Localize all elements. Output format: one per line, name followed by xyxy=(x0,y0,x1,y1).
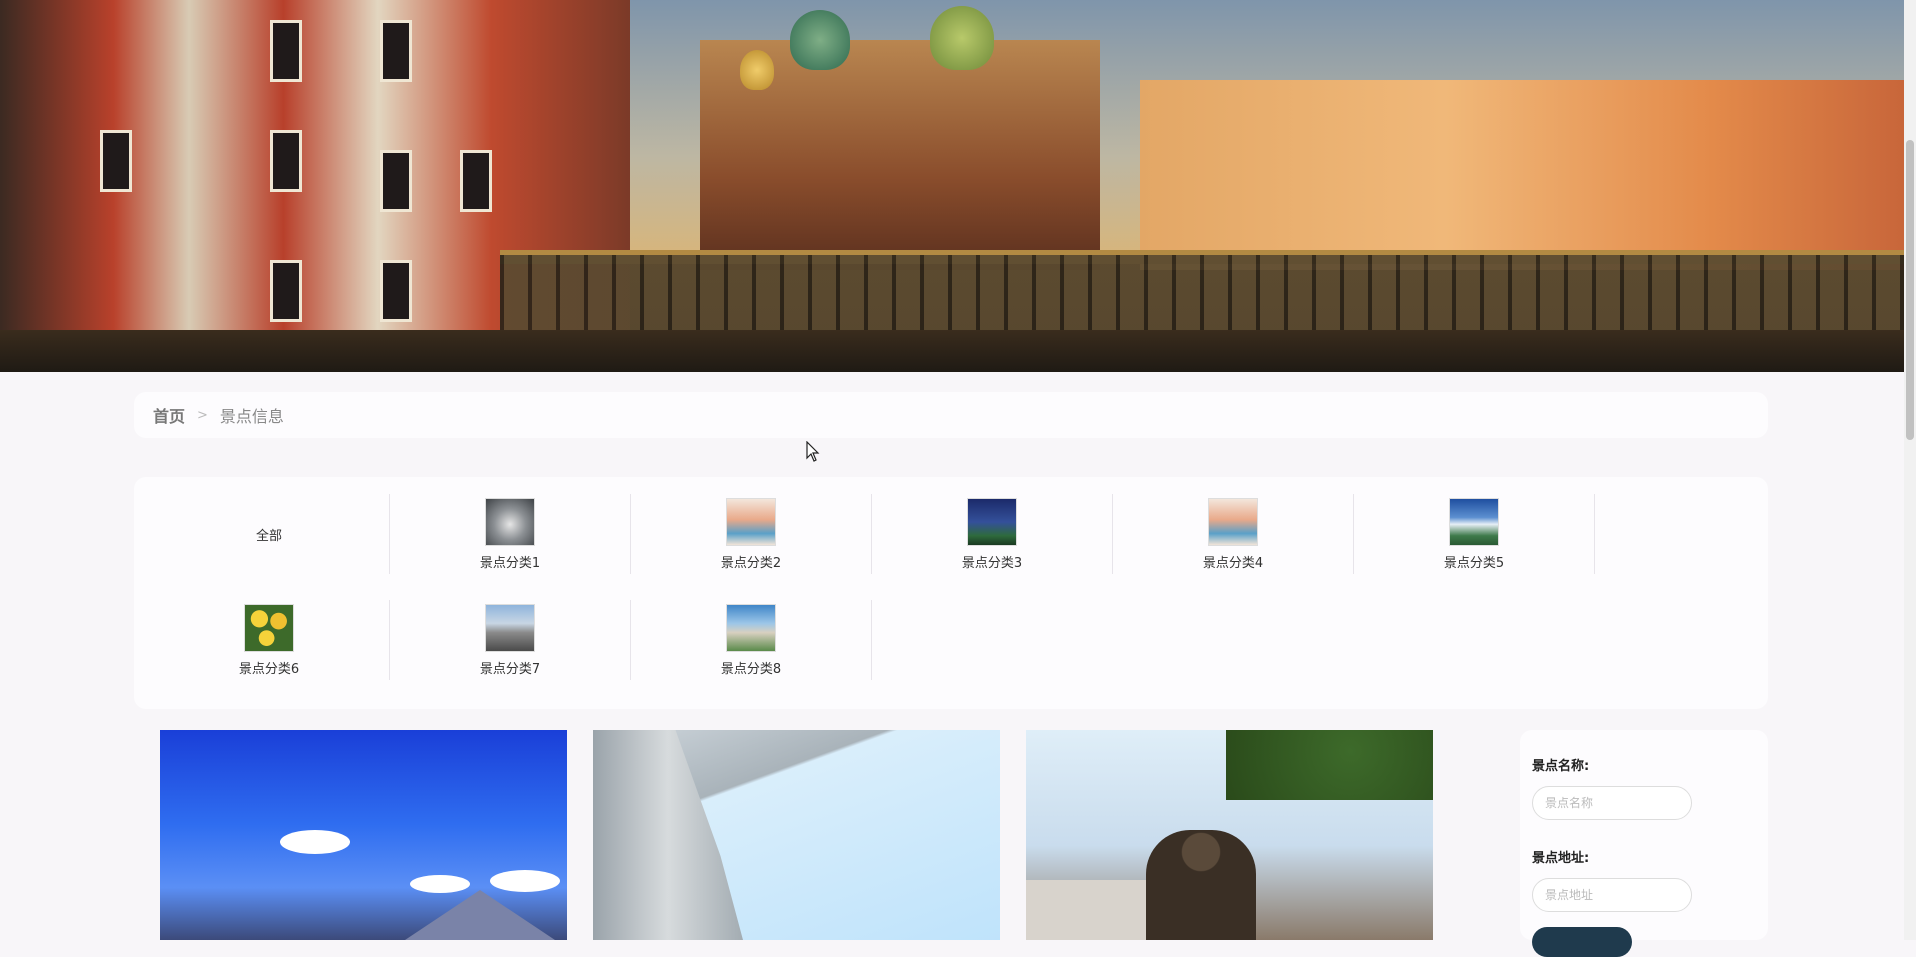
search-panel: 景点名称: 景点地址: xyxy=(1520,730,1768,957)
category-item-4[interactable]: 景点分类4 xyxy=(1113,494,1354,574)
hero-building-right xyxy=(1140,80,1904,270)
breadcrumb: 首页 > 景点信息 xyxy=(134,392,1768,438)
category-label: 全部 xyxy=(255,528,282,544)
category-label: 景点分类4 xyxy=(1202,555,1264,571)
breadcrumb-home-link[interactable]: 首页 xyxy=(153,403,185,427)
category-thumbnail xyxy=(967,497,1017,546)
hero-dome xyxy=(740,50,774,90)
category-thumbnail xyxy=(1208,497,1258,546)
address-label: 景点地址: xyxy=(1532,851,1590,866)
category-item-8[interactable]: 景点分类8 xyxy=(631,600,872,680)
address-search-input[interactable] xyxy=(1532,878,1692,912)
hero-bank xyxy=(0,330,1904,372)
card-tree xyxy=(1226,730,1433,800)
category-item-2[interactable]: 景点分类2 xyxy=(631,494,872,574)
attraction-card-image[interactable] xyxy=(160,730,567,940)
hero-window xyxy=(270,130,302,192)
card-rock xyxy=(593,730,743,940)
attraction-card-image[interactable] xyxy=(593,730,1000,940)
attraction-card-image[interactable] xyxy=(1026,730,1433,940)
category-label: 景点分类1 xyxy=(479,555,541,571)
hero-window xyxy=(270,20,302,82)
category-item-7[interactable]: 景点分类7 xyxy=(390,600,631,680)
category-label: 景点分类6 xyxy=(238,661,300,677)
category-thumbnail xyxy=(1449,497,1499,546)
card-cloud xyxy=(490,870,560,892)
category-thumbnail xyxy=(726,497,776,546)
card-cloud xyxy=(280,830,350,854)
category-item-5[interactable]: 景点分类5 xyxy=(1354,494,1595,574)
category-label: 景点分类5 xyxy=(1443,555,1505,571)
search-button[interactable] xyxy=(1532,927,1632,957)
category-label: 景点分类2 xyxy=(720,555,782,571)
hero-window xyxy=(380,20,412,82)
card-statue xyxy=(1146,830,1256,940)
category-thumbnail xyxy=(244,603,294,652)
category-panel: 全部 景点分类1 景点分类2 景点分类3 景点分类4 景点分类5 景点分类6 景… xyxy=(134,477,1768,709)
breadcrumb-current: 景点信息 xyxy=(219,407,284,426)
hero-window xyxy=(270,260,302,322)
hero-banner-image xyxy=(0,0,1904,372)
category-label: 景点分类8 xyxy=(720,661,782,677)
category-thumbnail xyxy=(485,497,535,546)
category-item-6[interactable]: 景点分类6 xyxy=(149,600,390,680)
name-search-input[interactable] xyxy=(1532,786,1692,820)
category-thumbnail xyxy=(485,603,535,652)
scrollbar-thumb[interactable] xyxy=(1906,140,1914,440)
category-label: 景点分类7 xyxy=(479,661,541,677)
hero-window xyxy=(460,150,492,212)
hero-dome xyxy=(930,6,994,70)
hero-window xyxy=(380,260,412,322)
category-label: 景点分类3 xyxy=(961,555,1023,571)
mouse-pointer-icon xyxy=(806,441,820,462)
name-label: 景点名称: xyxy=(1532,759,1590,774)
category-thumbnail xyxy=(726,603,776,652)
category-all[interactable]: 全部 xyxy=(149,494,390,574)
hero-window xyxy=(380,150,412,212)
page-scrollbar[interactable] xyxy=(1904,0,1916,940)
hero-window xyxy=(100,130,132,192)
category-item-1[interactable]: 景点分类1 xyxy=(390,494,631,574)
card-mountain xyxy=(390,890,567,940)
breadcrumb-separator: > xyxy=(197,407,208,423)
category-item-3[interactable]: 景点分类3 xyxy=(872,494,1113,574)
hero-dome xyxy=(790,10,850,70)
